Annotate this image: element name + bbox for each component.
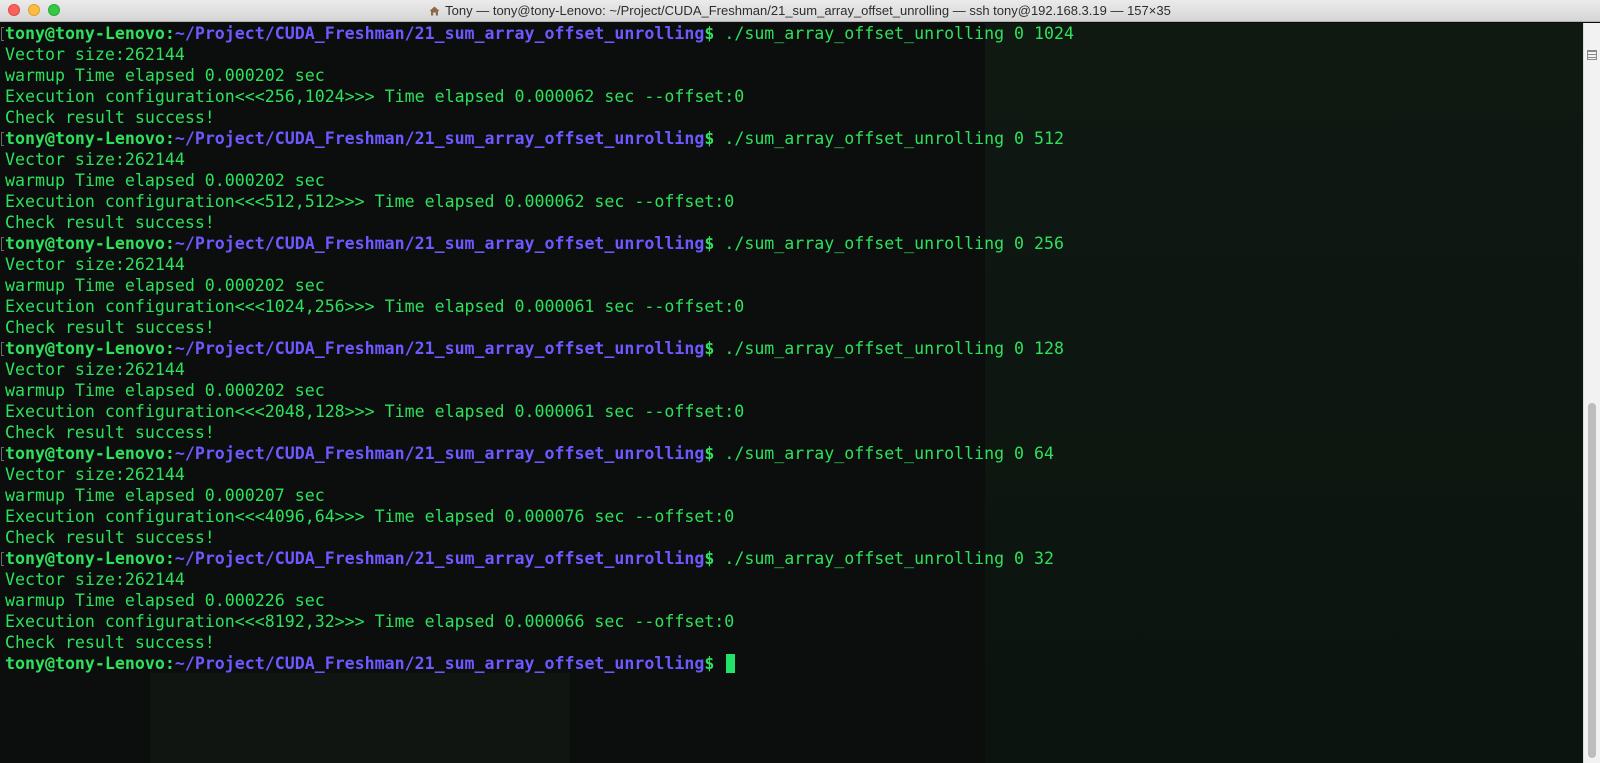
prompt-user: tony@tony-Lenovo: <box>5 24 175 43</box>
prompt-symbol: $ <box>704 234 715 253</box>
prompt-line: tony@tony-Lenovo:~/Project/CUDA_Freshman… <box>5 443 1074 464</box>
prompt-symbol: $ <box>704 444 715 463</box>
command-text: ./sum_array_offset_unrolling 0 512 <box>724 129 1065 148</box>
text-cursor <box>726 654 736 673</box>
terminal-scrollbar[interactable] <box>1583 23 1600 763</box>
prompt-line: tony@tony-Lenovo:~/Project/CUDA_Freshman… <box>5 23 1074 44</box>
prompt-symbol: $ <box>704 654 715 673</box>
terminal-window: Tony — tony@tony-Lenovo: ~/Project/CUDA_… <box>0 0 1600 763</box>
output-line: Check result success! <box>5 108 215 127</box>
output-line: Execution configuration<<<256,1024>>> Ti… <box>5 87 745 106</box>
output-line: warmup Time elapsed 0.000202 sec <box>5 66 325 85</box>
background-blur <box>150 673 570 763</box>
window-title-container: Tony — tony@tony-Lenovo: ~/Project/CUDA_… <box>0 3 1600 18</box>
output-line: Vector size:262144 <box>5 255 185 274</box>
mark-indicator <box>1 342 4 356</box>
title-bar[interactable]: Tony — tony@tony-Lenovo: ~/Project/CUDA_… <box>0 0 1600 22</box>
mark-indicator <box>1 447 4 461</box>
output-line: Check result success! <box>5 423 215 442</box>
scrollbar-thumb[interactable] <box>1588 403 1596 758</box>
mark-indicator <box>1 237 4 251</box>
output-line: warmup Time elapsed 0.000202 sec <box>5 381 325 400</box>
command-text: ./sum_array_offset_unrolling 0 256 <box>724 234 1065 253</box>
command-text: ./sum_array_offset_unrolling 0 1024 <box>724 24 1075 43</box>
mark-indicator <box>1 552 4 566</box>
output-line: Vector size:262144 <box>5 45 185 64</box>
background-blur <box>985 23 1583 763</box>
prompt-path: ~/Project/CUDA_Freshman/21_sum_array_off… <box>174 339 705 358</box>
mark-indicator <box>1 27 4 41</box>
command-text: ./sum_array_offset_unrolling 0 32 <box>724 549 1055 568</box>
prompt-user: tony@tony-Lenovo: <box>5 549 175 568</box>
prompt-user: tony@tony-Lenovo: <box>5 444 175 463</box>
terminal-output: tony@tony-Lenovo:~/Project/CUDA_Freshman… <box>5 23 1074 674</box>
home-icon <box>429 6 440 16</box>
output-line: Execution configuration<<<512,512>>> Tim… <box>5 192 735 211</box>
command-text: ./sum_array_offset_unrolling 0 128 <box>724 339 1065 358</box>
output-line: Execution configuration<<<2048,128>>> Ti… <box>5 402 745 421</box>
prompt-symbol: $ <box>704 339 715 358</box>
output-line: warmup Time elapsed 0.000207 sec <box>5 486 325 505</box>
output-line: Execution configuration<<<1024,256>>> Ti… <box>5 297 745 316</box>
prompt-line: tony@tony-Lenovo:~/Project/CUDA_Freshman… <box>5 548 1074 569</box>
output-line: Check result success! <box>5 318 215 337</box>
command-text: ./sum_array_offset_unrolling 0 64 <box>724 444 1055 463</box>
output-line: Vector size:262144 <box>5 360 185 379</box>
terminal-content[interactable]: tony@tony-Lenovo:~/Project/CUDA_Freshman… <box>0 23 1583 763</box>
output-line: Check result success! <box>5 213 215 232</box>
prompt-symbol: $ <box>704 549 715 568</box>
prompt-path: ~/Project/CUDA_Freshman/21_sum_array_off… <box>174 654 705 673</box>
prompt-line: tony@tony-Lenovo:~/Project/CUDA_Freshman… <box>5 233 1074 254</box>
output-line: Vector size:262144 <box>5 150 185 169</box>
prompt-user: tony@tony-Lenovo: <box>5 129 175 148</box>
output-line: Execution configuration<<<4096,64>>> Tim… <box>5 507 735 526</box>
prompt-symbol: $ <box>704 129 715 148</box>
prompt-line: tony@tony-Lenovo:~/Project/CUDA_Freshman… <box>5 128 1074 149</box>
output-line: Vector size:262144 <box>5 465 185 484</box>
output-line: Check result success! <box>5 528 215 547</box>
prompt-path: ~/Project/CUDA_Freshman/21_sum_array_off… <box>174 549 705 568</box>
prompt-user: tony@tony-Lenovo: <box>5 654 175 673</box>
marks-icon[interactable] <box>1587 50 1597 60</box>
output-line: Execution configuration<<<8192,32>>> Tim… <box>5 612 735 631</box>
prompt-path: ~/Project/CUDA_Freshman/21_sum_array_off… <box>174 234 705 253</box>
prompt-user: tony@tony-Lenovo: <box>5 234 175 253</box>
prompt-path: ~/Project/CUDA_Freshman/21_sum_array_off… <box>174 129 705 148</box>
window-title: Tony — tony@tony-Lenovo: ~/Project/CUDA_… <box>445 3 1171 18</box>
prompt-line: tony@tony-Lenovo:~/Project/CUDA_Freshman… <box>5 338 1074 359</box>
prompt-path: ~/Project/CUDA_Freshman/21_sum_array_off… <box>174 24 705 43</box>
output-line: Vector size:262144 <box>5 570 185 589</box>
output-line: warmup Time elapsed 0.000226 sec <box>5 591 325 610</box>
output-line: warmup Time elapsed 0.000202 sec <box>5 171 325 190</box>
output-line: warmup Time elapsed 0.000202 sec <box>5 276 325 295</box>
output-line: Check result success! <box>5 633 215 652</box>
prompt-symbol: $ <box>704 24 715 43</box>
prompt-user: tony@tony-Lenovo: <box>5 339 175 358</box>
mark-indicator <box>1 132 4 146</box>
prompt-path: ~/Project/CUDA_Freshman/21_sum_array_off… <box>174 444 705 463</box>
prompt-line: tony@tony-Lenovo:~/Project/CUDA_Freshman… <box>5 653 1074 674</box>
